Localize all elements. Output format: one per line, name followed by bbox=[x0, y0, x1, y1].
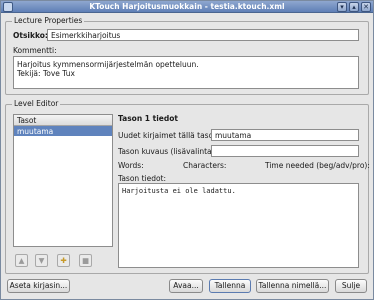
lecture-comment-textarea[interactable]: Harjoitus kymmensormijärjestelmän opette… bbox=[13, 56, 359, 89]
set-font-button[interactable]: Aseta kirjasin... bbox=[7, 279, 70, 293]
new-level-icon[interactable]: ✚ bbox=[57, 254, 70, 267]
characters-label: Characters: bbox=[183, 161, 227, 170]
level-details-label: Tason tiedot: bbox=[118, 174, 167, 183]
level-details-title: Tason 1 tiedot bbox=[118, 114, 178, 123]
delete-level-icon[interactable]: ■ bbox=[79, 254, 92, 267]
level-details-textarea[interactable]: Harjoitusta ei ole ladattu. bbox=[118, 183, 359, 268]
words-label: Words: bbox=[118, 161, 144, 170]
open-button[interactable]: Avaa... bbox=[169, 279, 203, 293]
window-title: KTouch Harjoitusmuokkain - testia.ktouch… bbox=[89, 2, 285, 11]
list-item[interactable]: muutama bbox=[14, 126, 112, 136]
new-chars-label: Uudet kirjaimet tällä tasolla bbox=[118, 131, 222, 140]
arrow-down-icon[interactable]: ▼ bbox=[35, 254, 48, 267]
levels-list[interactable]: Tasot muutama bbox=[13, 114, 113, 247]
arrow-up-icon[interactable]: ▲ bbox=[15, 254, 28, 267]
close-window-button[interactable]: ✕ bbox=[361, 2, 371, 12]
save-button[interactable]: Tallenna bbox=[209, 279, 251, 293]
level-editor-title: Level Editor bbox=[12, 99, 61, 108]
editor-window: KTouch Harjoitusmuokkain - testia.ktouch… bbox=[0, 0, 374, 300]
new-chars-input[interactable]: muutama bbox=[211, 129, 359, 141]
lecture-title-input[interactable]: Esimerkkiharjoitus bbox=[47, 29, 359, 41]
close-button[interactable]: Sulje bbox=[335, 279, 367, 293]
title-label: Otsikko: bbox=[13, 31, 48, 40]
save-as-button[interactable]: Tallenna nimellä... bbox=[256, 279, 329, 293]
title-bar[interactable]: KTouch Harjoitusmuokkain - testia.ktouch… bbox=[1, 1, 373, 13]
maximize-button[interactable]: ▴ bbox=[349, 2, 359, 12]
time-needed-label: Time needed (beg/adv/pro): bbox=[265, 161, 370, 170]
comment-label: Kommentti: bbox=[13, 46, 57, 55]
level-description-input[interactable] bbox=[211, 145, 359, 157]
minimize-button[interactable]: ▾ bbox=[337, 2, 347, 12]
levels-list-header[interactable]: Tasot bbox=[14, 115, 112, 126]
level-description-label: Tason kuvaus (lisävalinta): bbox=[118, 147, 218, 156]
lecture-properties-title: Lecture Properties bbox=[12, 16, 85, 25]
